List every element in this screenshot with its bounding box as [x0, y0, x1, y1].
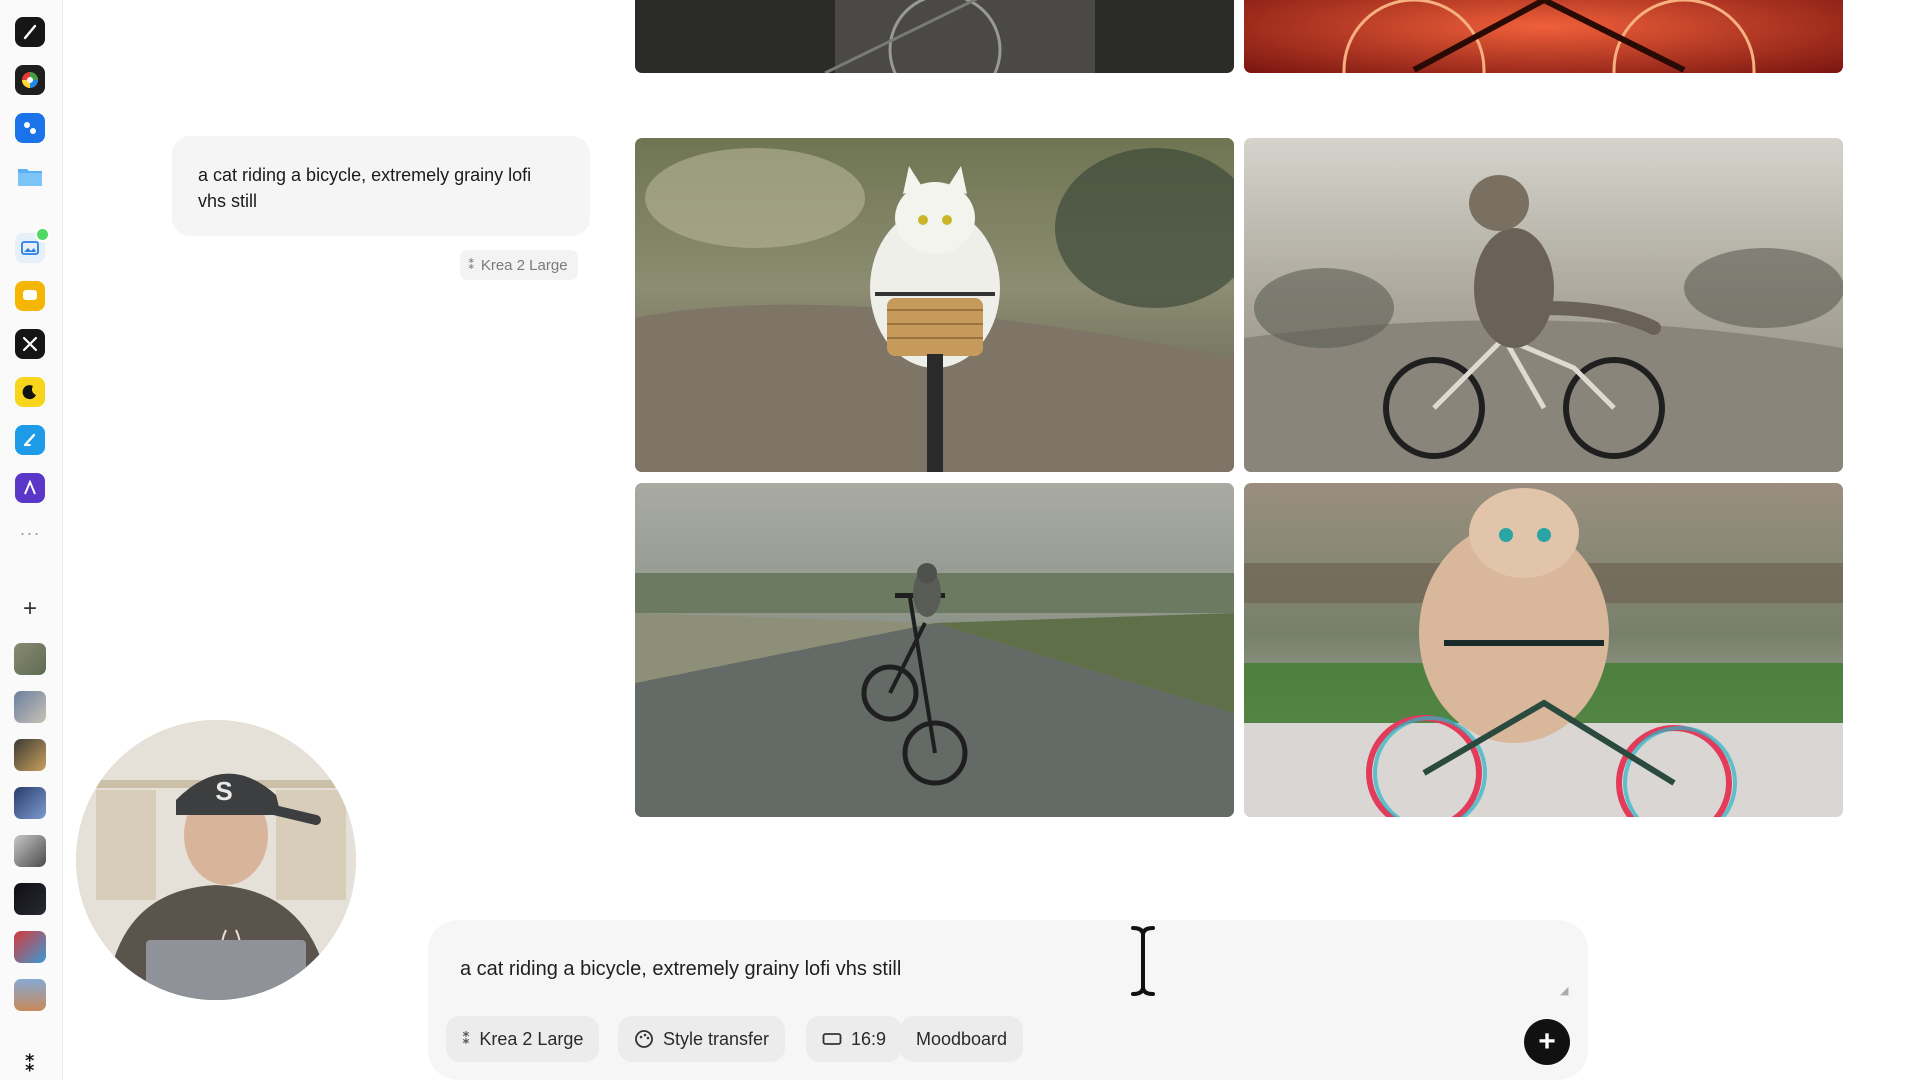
krea-model-icon: ⁑ [468, 257, 475, 272]
generate-button[interactable]: + [1524, 1019, 1570, 1065]
app-rail: ··· + ⁑ [0, 0, 63, 1080]
purple-a-app-icon[interactable] [15, 473, 45, 503]
gallery-app-icon[interactable] [15, 227, 50, 263]
palette-icon [635, 1030, 653, 1048]
prompt-input[interactable] [458, 948, 1522, 990]
generated-image-1[interactable] [635, 138, 1234, 472]
style-chip-label: Style transfer [663, 1028, 770, 1049]
webcam-overlay: S [76, 720, 356, 1000]
previous-image-right[interactable] [1244, 0, 1843, 73]
ratio-chip-label: 16:9 [851, 1028, 887, 1049]
history-thumb-6[interactable] [14, 883, 46, 915]
resize-grip-icon[interactable]: ◢ [1560, 984, 1572, 997]
history-thumb-4[interactable] [14, 787, 46, 819]
more-apps-icon[interactable]: ··· [16, 524, 44, 542]
aspect-ratio-chip[interactable]: 16:9 [806, 1016, 903, 1062]
add-icon[interactable]: + [16, 595, 44, 623]
text-cursor-icon [1131, 926, 1155, 996]
krea-logo-icon[interactable]: ⁑ [15, 1049, 45, 1079]
brush-app-icon[interactable] [15, 425, 45, 455]
generated-image-4[interactable] [1244, 483, 1843, 817]
generated-image-2[interactable] [1244, 138, 1843, 472]
color-wheel-app-icon[interactable] [15, 65, 45, 95]
chat-app-icon[interactable] [15, 281, 45, 311]
folder-app-icon[interactable] [15, 161, 45, 191]
svg-text:S: S [215, 776, 232, 806]
moodboard-chip[interactable]: Moodboard [900, 1016, 1024, 1062]
history-thumb-5[interactable] [14, 835, 46, 867]
history-thumb-7[interactable] [14, 931, 46, 963]
notification-dot [35, 227, 50, 242]
history-thumb-2[interactable] [14, 691, 46, 723]
previous-image-left[interactable] [635, 0, 1234, 73]
krea-model-icon: ⁑ [462, 1031, 471, 1048]
model-select-chip[interactable]: ⁑ Krea 2 Large [446, 1016, 600, 1062]
prompt-message: a cat riding a bicycle, extremely grainy… [172, 136, 590, 236]
aspect-ratio-icon [822, 1033, 842, 1045]
style-transfer-chip[interactable]: Style transfer [618, 1016, 786, 1062]
moon-app-icon[interactable] [15, 377, 45, 407]
history-thumb-1[interactable] [14, 643, 46, 675]
tools-app-icon[interactable] [15, 329, 45, 359]
prompt-composer: ◢ ⁑ Krea 2 Large Style transfer 16:9 Moo… [428, 920, 1588, 1080]
nodes-app-icon[interactable] [15, 113, 45, 143]
history-thumb-8[interactable] [14, 979, 46, 1011]
message-model-label: Krea 2 Large [480, 256, 568, 274]
moodboard-chip-label: Moodboard [916, 1028, 1008, 1049]
generated-image-3[interactable] [635, 483, 1234, 817]
message-model-chip: ⁑ Krea 2 Large [460, 250, 578, 280]
history-thumb-3[interactable] [14, 739, 46, 771]
model-chip-label: Krea 2 Large [479, 1028, 584, 1049]
pen-app-icon[interactable] [15, 17, 45, 47]
